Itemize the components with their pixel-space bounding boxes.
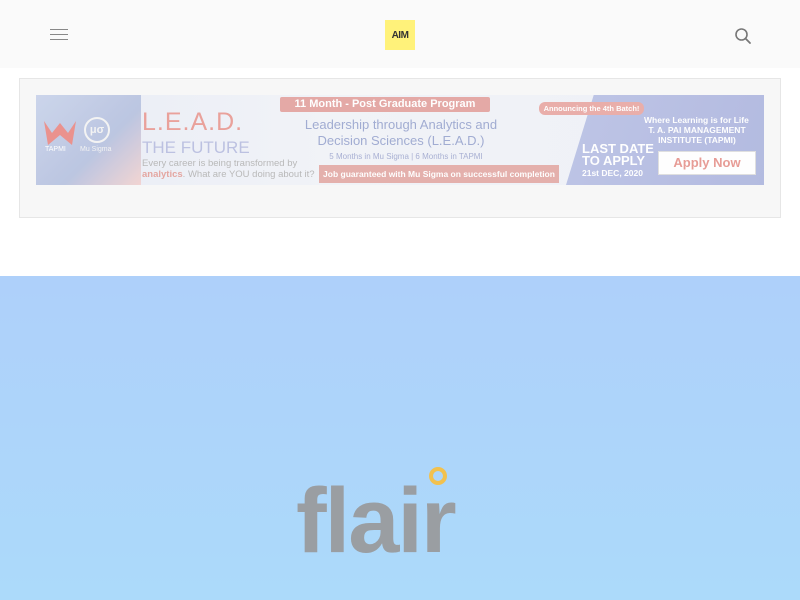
program-title: Leadership through Analytics and Decisio… (304, 117, 498, 148)
program-duration: 5 Months in Mu Sigma | 6 Months in TAPMI (329, 152, 483, 161)
tapmi-logo-icon (44, 121, 76, 145)
last-date-line-2: TO APPLY (582, 153, 646, 168)
apply-now-button[interactable]: Apply Now (658, 151, 756, 175)
lead-subtitle: THE FUTURE (142, 138, 250, 157)
tagline-part-2: . What are YOU doing about it? (182, 169, 315, 180)
announce-badge: Announcing the 4th Batch! (539, 102, 644, 115)
hero-section: flair (0, 276, 800, 600)
musigma-symbol: μσ (89, 124, 105, 136)
site-header: AIM (0, 0, 800, 68)
site-logo[interactable]: AIM (385, 20, 415, 50)
search-icon[interactable] (734, 27, 752, 45)
lead-title: L.E.A.D. (142, 108, 244, 136)
logo-text: AIM (391, 29, 409, 41)
banner-tagline: Every career is being transformed by ana… (142, 158, 342, 180)
ad-banner[interactable]: TAPMI μσ Mu Sigma L.E.A.D. THE FUTURE Ev… (36, 95, 764, 185)
last-date-label: LAST DATE TO APPLY (582, 142, 654, 168)
tapmi-label: TAPMI (45, 146, 66, 153)
musigma-logo-icon: μσ (84, 117, 110, 143)
ad-container: TAPMI μσ Mu Sigma L.E.A.D. THE FUTURE Ev… (19, 78, 781, 218)
flair-logo[interactable]: flair (296, 464, 506, 564)
job-guarantee-bar: Job guaranteed with Mu Sigma on successf… (319, 165, 559, 183)
flair-logo-letters: flair (296, 470, 456, 564)
program-label: 11 Month - Post Graduate Program (280, 97, 490, 112)
hamburger-menu-icon[interactable] (50, 29, 68, 40)
tagline-analytics: analytics (142, 169, 183, 180)
tagline-part-1: Every career is being transformed by (142, 158, 298, 169)
deadline-date: 21st DEC, 2020 (582, 168, 643, 178)
institute-slogan: Where Learning is for Life (644, 115, 749, 125)
musigma-label: Mu Sigma (80, 146, 112, 153)
